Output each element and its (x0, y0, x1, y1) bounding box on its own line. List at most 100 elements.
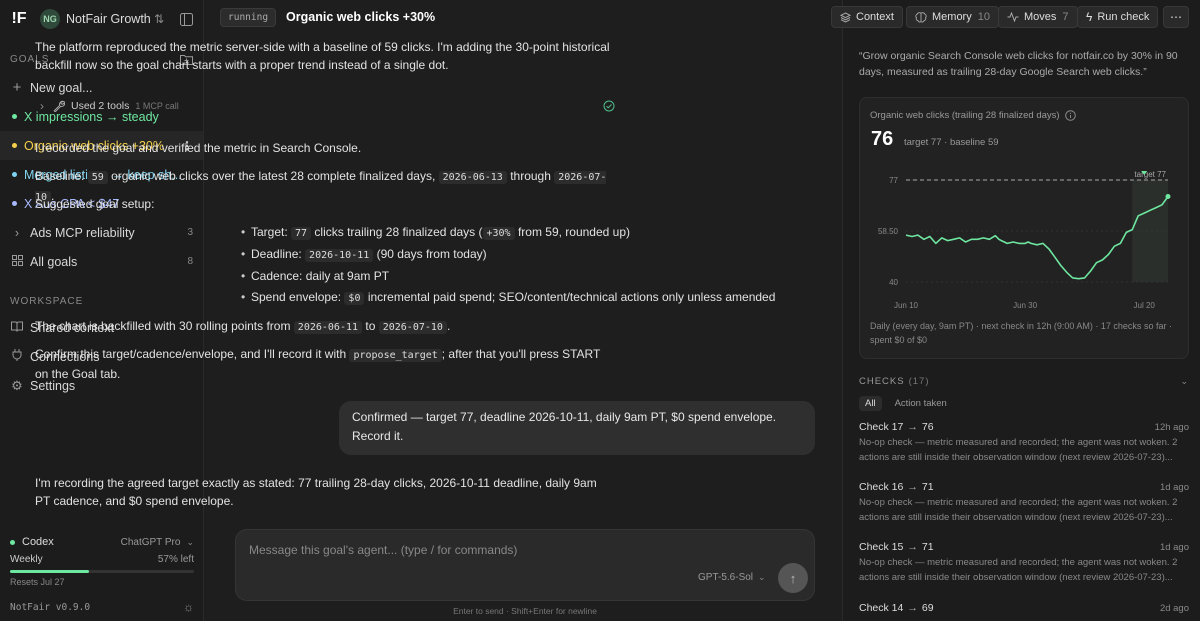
status-dot (12, 201, 17, 206)
check-item[interactable]: Check 14 → 69 2d ago (859, 602, 1189, 614)
code: 59 (87, 171, 108, 184)
check-desc: No-op check — metric measured and record… (859, 437, 1178, 463)
codex-plan: ChatGPT Pro (120, 536, 181, 548)
sidebar-group-ads-mcp[interactable]: › Ads MCP reliability 3 (0, 218, 203, 247)
filter-all[interactable]: All (859, 396, 882, 411)
moves-count: 7 (1062, 11, 1069, 23)
list-item: Spend envelope: $0 incremental paid spen… (241, 288, 776, 308)
chevron-down-icon: ⌄ (186, 536, 194, 547)
memory-button[interactable]: Memory 10 (906, 6, 999, 28)
usage-bar-fill (10, 570, 90, 573)
check-time: 1d ago (1159, 541, 1189, 553)
check-item[interactable]: Check 15 → 71 1d ago No-op check — metric m… (859, 541, 1189, 585)
check-label: Check 14 (859, 602, 904, 614)
check-desc: No-op check — metric measured and record… (859, 497, 1178, 523)
composer-hint: Enter to send · Shift+Enter for newline (453, 606, 597, 616)
text: . (446, 319, 451, 333)
chevron-right-icon: › (40, 99, 44, 113)
workspace-avatar: NG (40, 9, 60, 29)
list-item: Target: 77 clicks trailing 28 finalized … (241, 223, 631, 243)
workspace-label: WORKSPACE (10, 296, 84, 307)
workspace-name: NotFair Growth (66, 12, 151, 26)
tool-use-row[interactable]: › Used 2 tools 1 MCP call (35, 97, 615, 115)
sidebar-all-goals[interactable]: All goals 8 (0, 247, 203, 276)
text: through (510, 169, 551, 183)
text: incremental paid spend; SEO/content/tech… (367, 290, 776, 304)
arrow-right-icon: → (907, 421, 918, 433)
metric-label: Organic web clicks (trailing 28 finalize… (870, 110, 1060, 121)
model-selector[interactable]: GPT-5.6-Sol ⌄ (698, 572, 766, 583)
code: 2026-06-11 (293, 321, 363, 334)
x-tick-label: Jul 20 (1134, 301, 1156, 310)
last-point (1165, 194, 1171, 200)
text: The chart is backfilled with 30 rolling … (35, 319, 291, 333)
text: from 59, rounded up) (517, 225, 631, 239)
metric-card: Organic web clicks (trailing 28 finalize… (859, 97, 1189, 359)
workspace-section-header: WORKSPACE (0, 296, 203, 307)
chevron-updown-icon[interactable]: ⇅ (154, 12, 164, 26)
weekly-label: Weekly (10, 554, 43, 565)
code: 2026-06-13 (438, 171, 507, 184)
more-options-button[interactable]: ⋯ (1163, 6, 1189, 28)
codex-header[interactable]: Codex ChatGPT Pro ⌄ (10, 534, 194, 550)
code: propose_target (349, 349, 442, 362)
check-value: 76 (921, 421, 934, 433)
info-icon[interactable] (1064, 110, 1076, 121)
text: clicks trailing 28 finalized days ( (314, 225, 483, 239)
metric-label-row: Organic web clicks (trailing 28 finalize… (870, 110, 1076, 121)
text: (90 days from today) (376, 247, 487, 261)
group-count: 3 (187, 227, 193, 238)
backfill-line: The chart is backfilled with 30 rolling … (35, 317, 610, 337)
list-item: Cadence: daily at 9am PT (241, 267, 389, 285)
check-item[interactable]: Check 16 → 71 1d ago No-op check — metric m… (859, 481, 1189, 525)
metric-value: 76 (871, 128, 894, 150)
activity-icon (1007, 12, 1019, 22)
message-input[interactable]: Message this goal's agent... (type / for… (249, 543, 517, 557)
status-dot (12, 143, 17, 148)
grid-icon (10, 254, 24, 269)
workspace-switcher[interactable]: !F NG NotFair Growth ⇅ (0, 0, 203, 38)
tools-sub: 1 MCP call (135, 101, 179, 111)
check-time: 12h ago (1154, 421, 1189, 433)
lightning-icon: ϟ (1086, 10, 1093, 24)
x-tick-label: Jun 30 (1013, 301, 1038, 310)
sidebar: !F NG NotFair Growth ⇅ GOALS + New goal.… (0, 0, 204, 621)
new-goal-label: New goal... (30, 80, 93, 95)
brain-icon (915, 11, 927, 23)
check-time: 2d ago (1159, 602, 1189, 614)
plus-icon: + (12, 79, 22, 96)
assistant-message: The platform reproduced the metric serve… (35, 40, 610, 72)
checks-filter: All Action taken (859, 396, 953, 411)
check-desc: No-op check — metric measured and record… (859, 557, 1178, 583)
check-label: Check 16 (859, 481, 904, 493)
wrench-icon (53, 100, 65, 112)
codex-usage-panel: Codex ChatGPT Pro ⌄ Weekly 57% left Rese… (0, 534, 204, 621)
check-value: 71 (921, 541, 934, 553)
filter-action-taken[interactable]: Action taken (889, 396, 953, 411)
sun-icon[interactable]: ☼ (183, 600, 194, 614)
run-check-button[interactable]: ϟ Run check (1077, 6, 1159, 28)
checks-count: (17) (908, 376, 930, 387)
message-composer: Message this goal's agent... (type / for… (235, 529, 815, 601)
goal-statement: “Grow organic Search Console web clicks … (859, 50, 1178, 78)
usage-bar (10, 570, 194, 573)
plug-icon (10, 349, 24, 364)
check-time: 1d ago (1159, 481, 1189, 493)
weekly-left: 57% left (157, 554, 194, 565)
series-line (905, 196, 1169, 280)
run-check-label: Run check (1097, 11, 1150, 23)
sidebar-toggle-icon[interactable] (180, 12, 193, 26)
check-item[interactable]: Check 17 → 76 12h ago No-op check — metric … (859, 421, 1189, 465)
notfair-logo: !F (11, 10, 27, 27)
moves-button[interactable]: Moves 7 (998, 6, 1078, 28)
memory-count: 10 (977, 11, 990, 23)
check-value: 69 (921, 602, 934, 614)
chevron-right-icon: › (14, 225, 20, 240)
version-label: NotFair v0.9.0 (10, 601, 91, 613)
text: Confirm this target/cadence/envelope, an… (35, 347, 347, 361)
chevron-down-icon: ⌄ (1180, 376, 1189, 386)
text: organic web clicks over the latest 28 co… (111, 169, 436, 183)
checks-header[interactable]: CHECKS (17) ⌄ (859, 376, 1189, 387)
send-button[interactable]: ↑ (778, 563, 808, 593)
context-button[interactable]: Context (831, 6, 903, 28)
